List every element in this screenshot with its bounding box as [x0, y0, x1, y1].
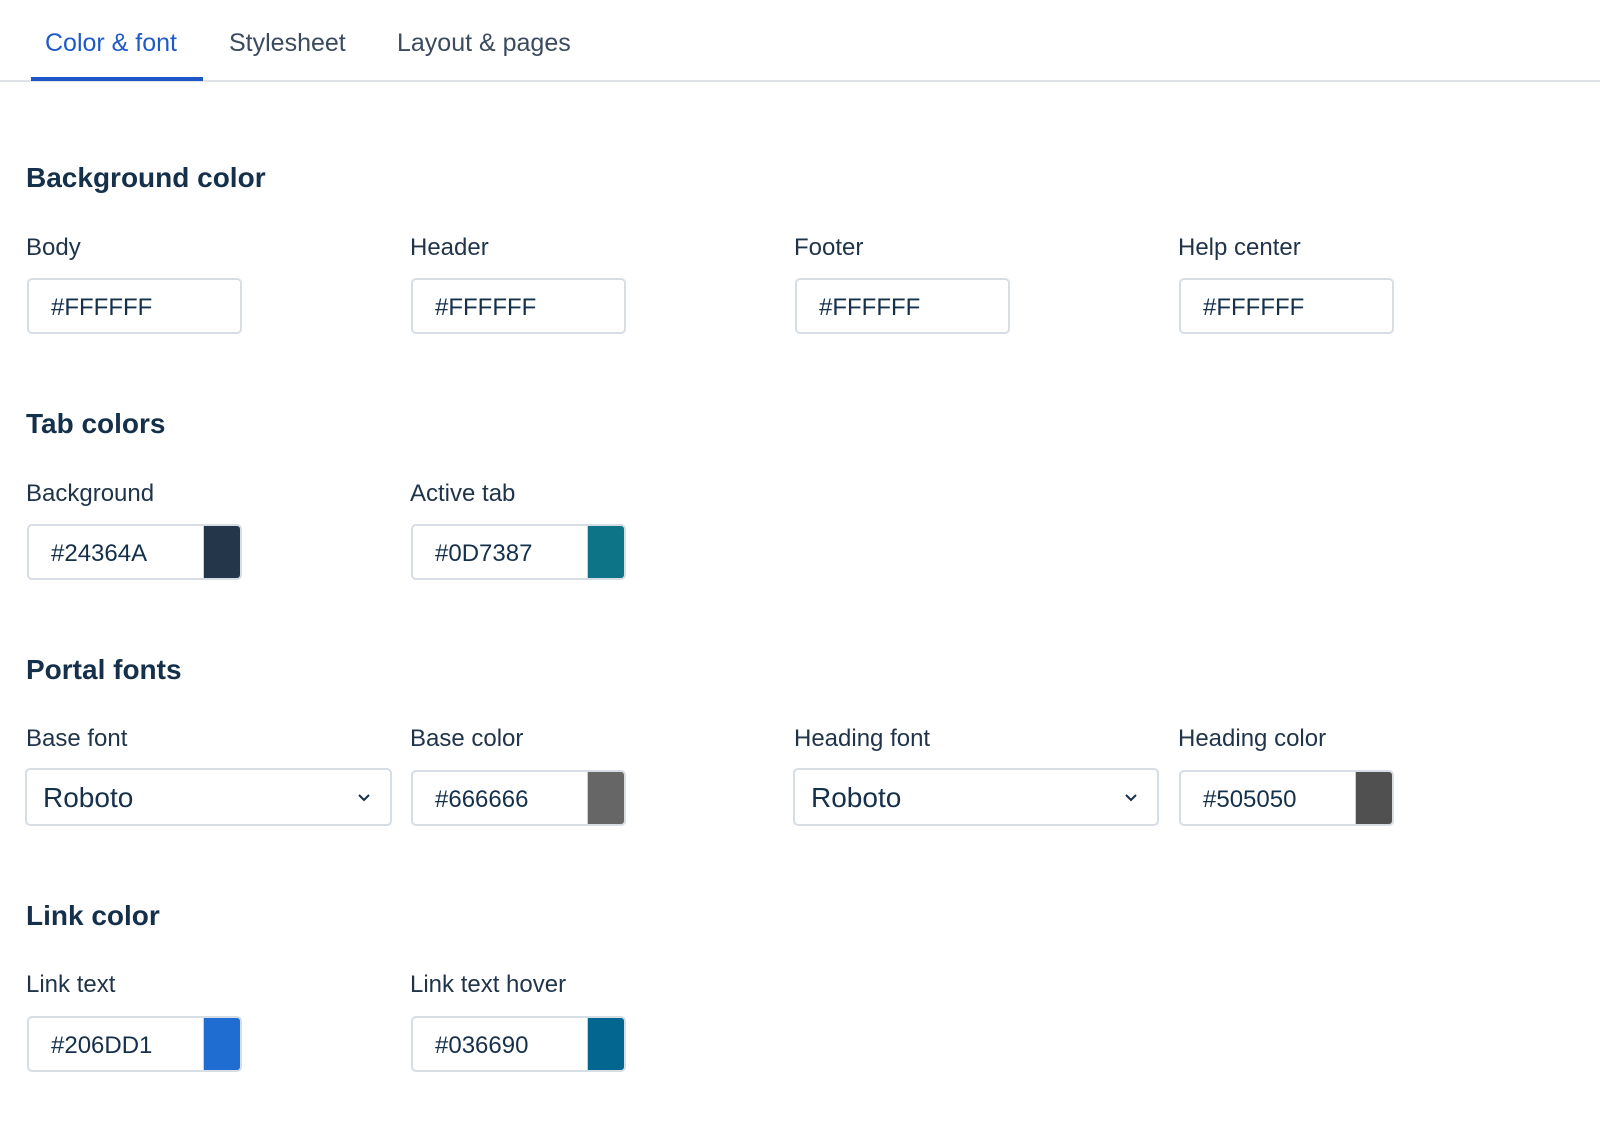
- label-active-tab: Active tab: [410, 480, 516, 507]
- body-color-input[interactable]: #FFFFFF: [27, 278, 242, 334]
- active-tab-color-value: #0D7387: [435, 540, 533, 567]
- base-color-value: #666666: [435, 786, 529, 813]
- active-tab-indicator: [31, 77, 203, 81]
- tab-layout-pages[interactable]: Layout & pages: [397, 0, 571, 82]
- label-help-center: Help center: [1178, 234, 1301, 261]
- tab-background-color-swatch[interactable]: [203, 526, 240, 578]
- section-title-tab-colors: Tab colors: [26, 408, 166, 439]
- active-tab-color-input[interactable]: #0D7387: [411, 524, 626, 580]
- label-footer: Footer: [794, 234, 864, 261]
- link-text-color-input[interactable]: #206DD1: [27, 1016, 242, 1072]
- link-text-color-value: #206DD1: [51, 1032, 153, 1059]
- heading-font-select[interactable]: Roboto: [793, 768, 1159, 826]
- active-tab-color-swatch[interactable]: [587, 526, 624, 578]
- header-color-value: #FFFFFF: [435, 294, 537, 321]
- help-center-color-input[interactable]: #FFFFFF: [1179, 278, 1394, 334]
- label-tab-background: Background: [26, 480, 155, 507]
- label-body: Body: [26, 234, 81, 261]
- label-link-text: Link text: [26, 971, 116, 998]
- heading-color-input[interactable]: #505050: [1179, 770, 1394, 826]
- base-font-select[interactable]: Roboto: [25, 768, 392, 826]
- chevron-down-icon: [1125, 794, 1137, 802]
- label-base-color: Base color: [410, 725, 524, 752]
- footer-color-value: #FFFFFF: [819, 294, 921, 321]
- base-color-swatch[interactable]: [587, 772, 624, 824]
- link-text-hover-color-input[interactable]: #036690: [411, 1016, 626, 1072]
- label-base-font: Base font: [26, 725, 128, 752]
- tab-background-color-value: #24364A: [51, 540, 148, 567]
- tab-color-font[interactable]: Color & font: [45, 0, 177, 82]
- link-text-hover-color-swatch[interactable]: [587, 1018, 624, 1070]
- label-heading-font: Heading font: [794, 725, 931, 752]
- heading-color-swatch[interactable]: [1355, 772, 1392, 824]
- base-font-value: Roboto: [43, 782, 134, 813]
- section-title-link-color: Link color: [26, 900, 160, 931]
- tab-stylesheet[interactable]: Stylesheet: [229, 0, 346, 82]
- link-text-color-swatch[interactable]: [203, 1018, 240, 1070]
- header-color-input[interactable]: #FFFFFF: [411, 278, 626, 334]
- heading-color-value: #505050: [1203, 786, 1297, 813]
- footer-color-input[interactable]: #FFFFFF: [795, 278, 1010, 334]
- chevron-down-icon: [358, 794, 370, 802]
- link-text-hover-color-value: #036690: [435, 1032, 529, 1059]
- label-heading-color: Heading color: [1178, 725, 1327, 752]
- base-color-input[interactable]: #666666: [411, 770, 626, 826]
- label-header: Header: [410, 234, 489, 261]
- tab-bar: Color & font Stylesheet Layout & pages: [0, 0, 1600, 82]
- section-title-portal-fonts: Portal fonts: [26, 654, 182, 685]
- label-link-text-hover: Link text hover: [410, 971, 567, 998]
- heading-font-value: Roboto: [811, 782, 902, 813]
- section-title-background-color: Background color: [26, 162, 266, 193]
- help-center-color-value: #FFFFFF: [1203, 294, 1305, 321]
- tab-background-color-input[interactable]: #24364A: [27, 524, 242, 580]
- body-color-value: #FFFFFF: [51, 294, 153, 321]
